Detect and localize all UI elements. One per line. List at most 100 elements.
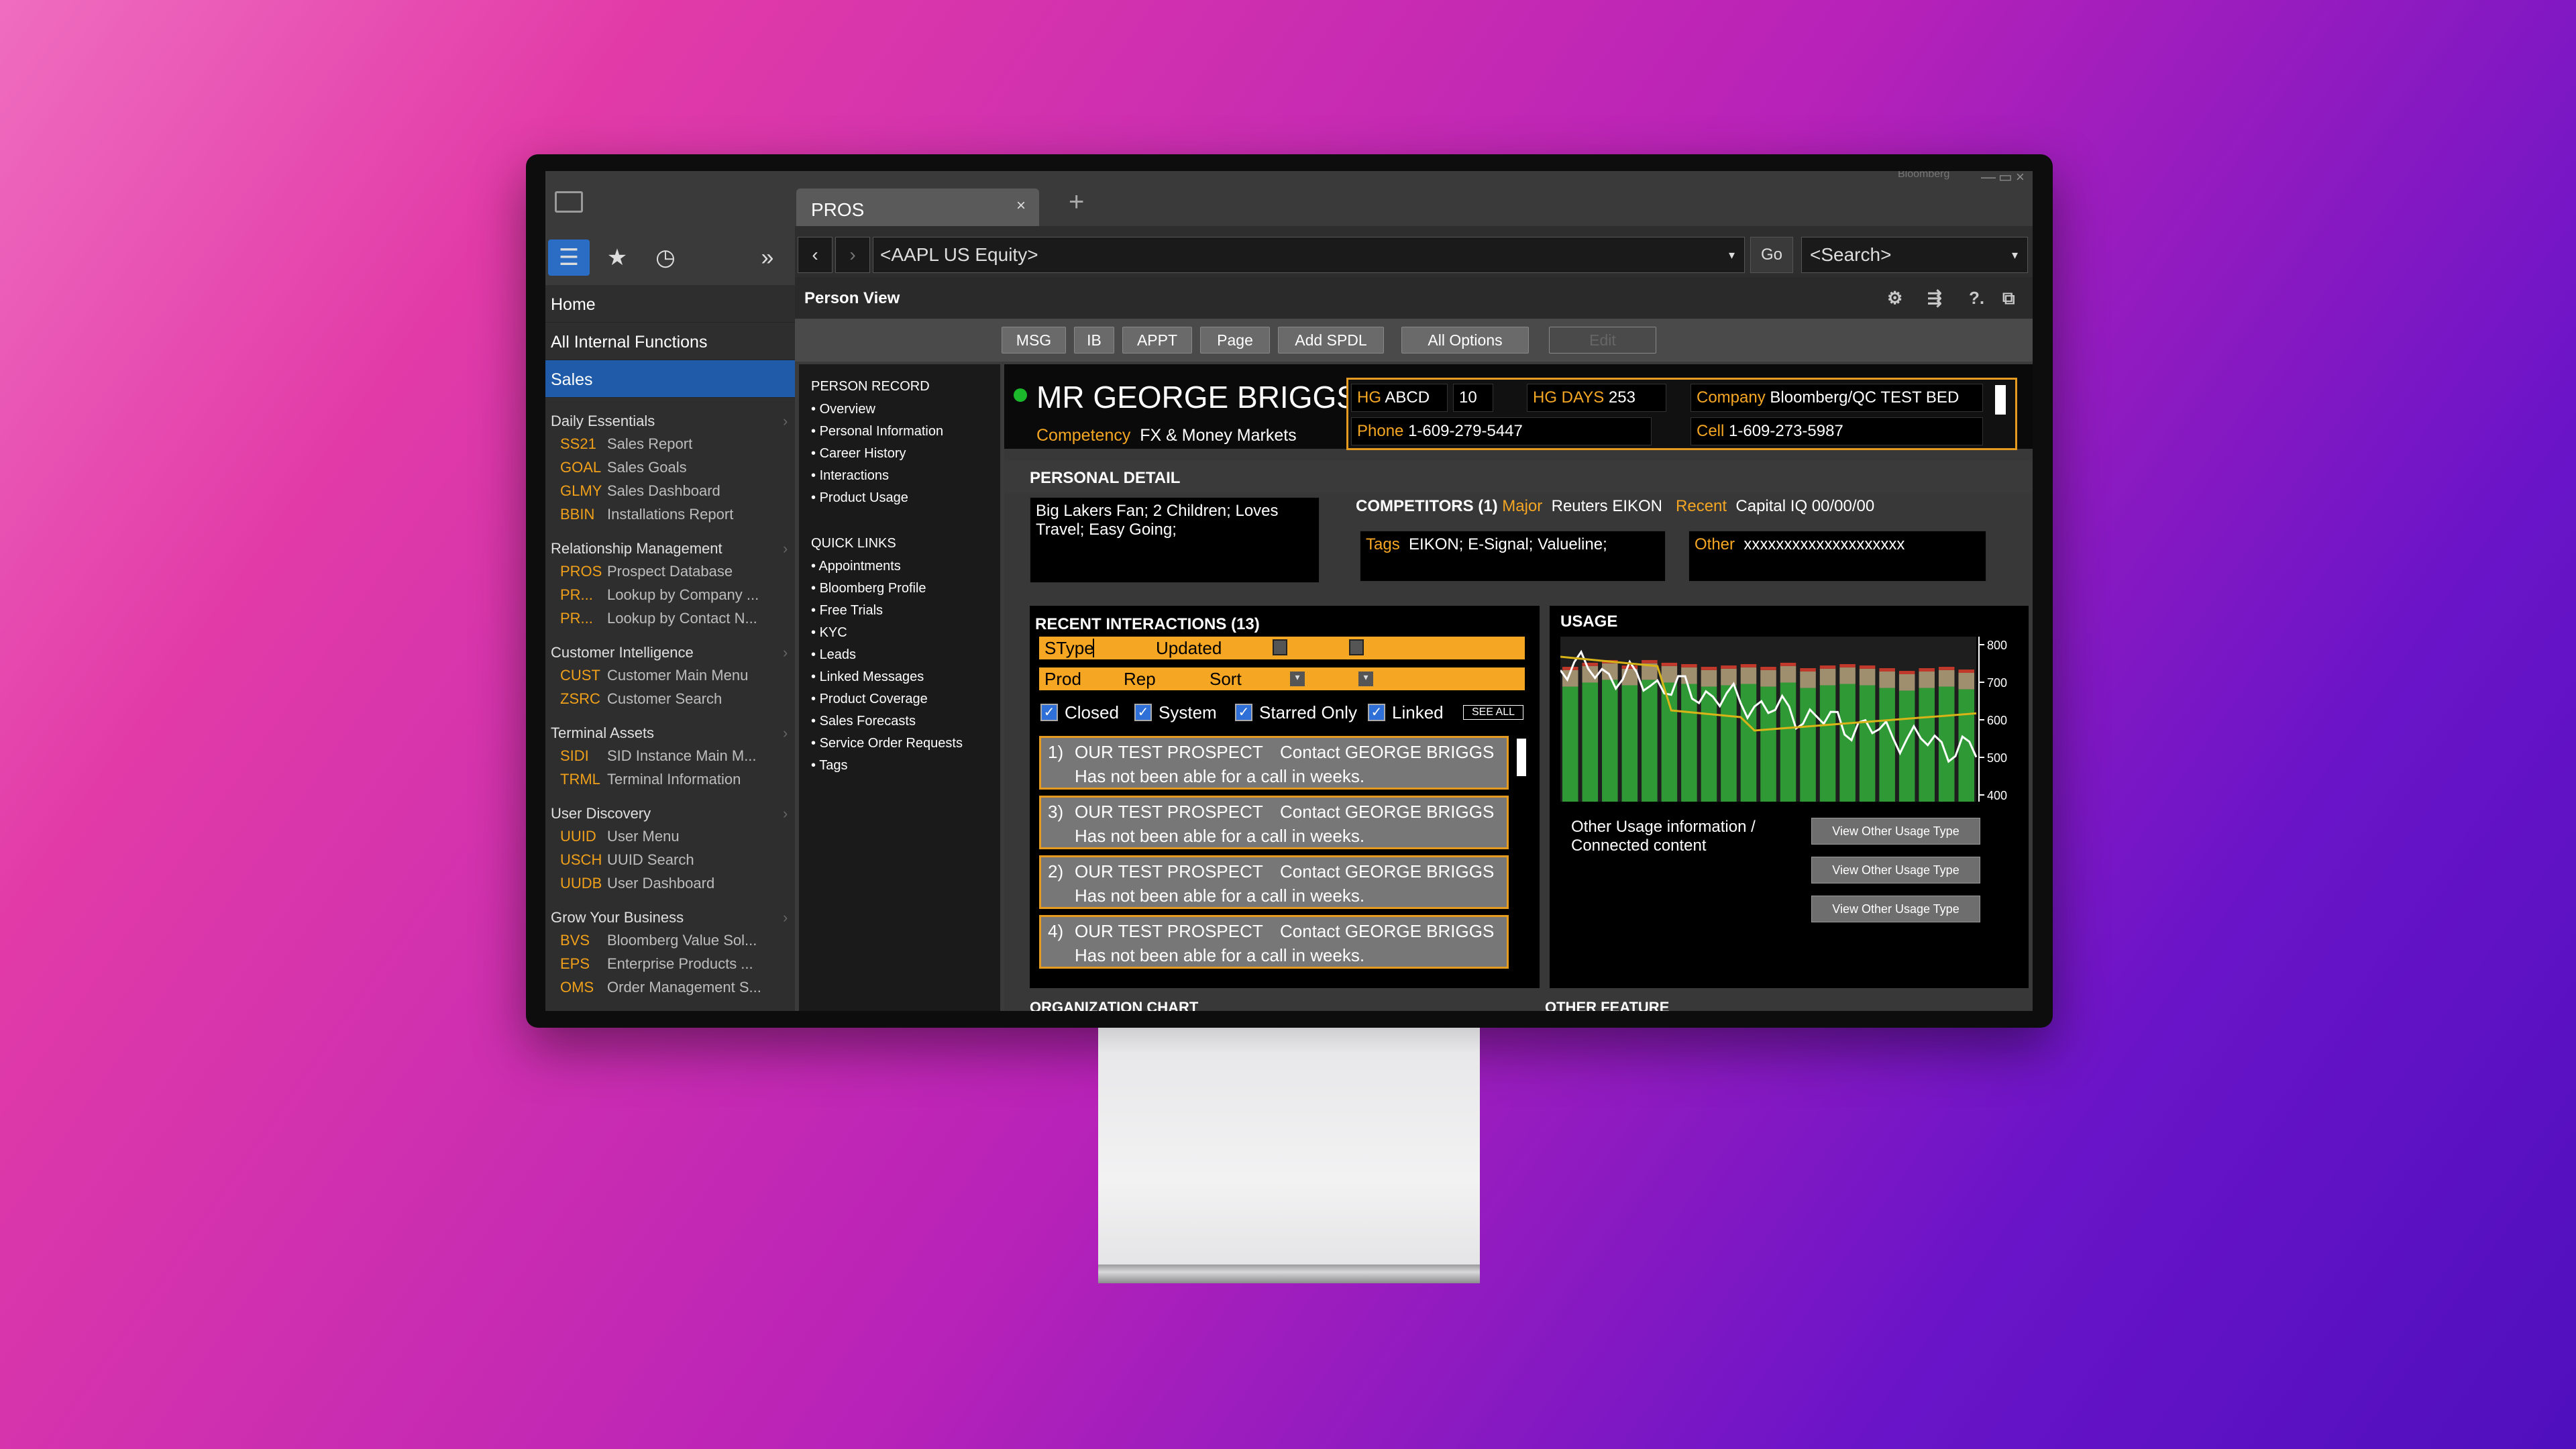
tab-close-icon[interactable]: × xyxy=(1016,197,1026,215)
gear-icon[interactable]: ⚙ xyxy=(1887,288,1902,309)
chevron-down-icon[interactable]: ▾ xyxy=(1729,237,1735,272)
sidebar-function-item[interactable]: SS21 Sales Report xyxy=(545,435,795,460)
sidebar-item-sales[interactable]: Sales xyxy=(545,360,795,398)
maximize-icon[interactable]: ▭ xyxy=(1998,171,2012,186)
quick-link[interactable]: • Sales Forecasts xyxy=(811,714,916,729)
tab-pros[interactable]: PROS × xyxy=(796,189,1039,226)
quick-link[interactable]: • Product Coverage xyxy=(811,692,928,707)
bullet-icon: • xyxy=(811,424,820,439)
interaction-card[interactable]: 3) OUR TEST PROSPECT Contact GEORGE BRIGGS… xyxy=(1039,796,1509,849)
sidebar-section-0[interactable]: Daily Essentials › xyxy=(551,413,788,430)
sidebar-function-item[interactable]: USCH UUID Search xyxy=(545,851,795,875)
view-usage-type-button[interactable]: View Other Usage Type xyxy=(1811,857,1980,883)
linked-checkbox[interactable]: ✓ xyxy=(1368,704,1385,721)
interaction-card[interactable]: 1) OUR TEST PROSPECT Contact GEORGE BRIGGS… xyxy=(1039,736,1509,790)
closed-checkbox[interactable]: ✓ xyxy=(1040,704,1058,721)
phone-value[interactable]: 1-609-279-5447 xyxy=(1408,422,1523,440)
all-options-button[interactable]: All Options xyxy=(1401,327,1529,354)
quick-link[interactable]: • Linked Messages xyxy=(811,669,924,685)
sidebar-section-3[interactable]: Terminal Assets › xyxy=(551,724,788,742)
function-code: USCH xyxy=(560,851,602,868)
sidebar-item-all-functions[interactable]: All Internal Functions xyxy=(545,323,795,360)
quick-link[interactable]: • Leads xyxy=(811,647,856,663)
person-record-link[interactable]: • Career History xyxy=(811,446,906,462)
person-record-link[interactable]: • Overview xyxy=(811,402,875,417)
sidebar-function-item[interactable]: TRML Terminal Information xyxy=(545,771,795,795)
brand-label: Bloomberg xyxy=(1898,171,1950,180)
sidebar-item-home[interactable]: Home xyxy=(545,285,795,323)
person-record-link[interactable]: • Personal Information xyxy=(811,424,943,439)
favorites-star-icon[interactable]: ★ xyxy=(596,239,638,276)
edit-button[interactable]: Edit xyxy=(1549,327,1656,354)
quick-link[interactable]: • Service Order Requests xyxy=(811,736,963,751)
scroll-indicator[interactable] xyxy=(1995,385,2006,415)
sidebar-function-item[interactable]: PR... Lookup by Company ... xyxy=(545,586,795,610)
go-button[interactable]: Go xyxy=(1750,237,1793,273)
interaction-card[interactable]: 4) OUR TEST PROSPECT Contact GEORGE BRIGGS… xyxy=(1039,915,1509,969)
security-input[interactable]: <AAPL US Equity> ▾ xyxy=(873,237,1745,273)
hg-days-label: HG DAYS xyxy=(1533,388,1605,407)
sidebar-function-item[interactable]: EPS Enterprise Products ... xyxy=(545,955,795,979)
interaction-contact: Contact GEORGE BRIGGS xyxy=(1280,802,1495,822)
sidebar-function-item[interactable]: BBIN Installations Report xyxy=(545,506,795,530)
interactions-scrollbar[interactable] xyxy=(1517,739,1526,776)
see-all-button[interactable]: SEE ALL xyxy=(1463,705,1523,720)
appt-button[interactable]: APPT xyxy=(1122,327,1192,354)
sidebar-section-5[interactable]: Grow Your Business › xyxy=(551,909,788,926)
interaction-card[interactable]: 2) OUR TEST PROSPECT Contact GEORGE BRIGGS… xyxy=(1039,855,1509,909)
sidebar-function-item[interactable]: CUST Customer Main Menu xyxy=(545,667,795,691)
quick-link[interactable]: • Bloomberg Profile xyxy=(811,581,926,596)
sidebar-function-item[interactable]: ZSRC Customer Search xyxy=(545,690,795,714)
sidebar-function-item[interactable]: PR... Lookup by Contact N... xyxy=(545,610,795,634)
page-button[interactable]: Page xyxy=(1200,327,1270,354)
system-checkbox[interactable]: ✓ xyxy=(1134,704,1152,721)
view-usage-type-button[interactable]: View Other Usage Type xyxy=(1811,896,1980,922)
cell-value[interactable]: 1-609-273-5987 xyxy=(1729,422,1843,440)
minimize-icon[interactable]: — xyxy=(1981,171,1996,186)
sidebar-section-4[interactable]: User Discovery › xyxy=(551,805,788,822)
view-usage-type-button[interactable]: View Other Usage Type xyxy=(1811,818,1980,845)
help-icon[interactable]: ?. xyxy=(1969,288,1984,309)
person-record-link[interactable]: • Product Usage xyxy=(811,490,908,506)
function-label: Order Management S... xyxy=(607,979,761,996)
sidebar-function-item[interactable]: SIDI SID Instance Main M... xyxy=(545,747,795,771)
sidebar-function-item[interactable]: OMS Order Management S... xyxy=(545,979,795,1003)
filter-row-2: Prod Rep Sort ▾ ▾ xyxy=(1039,667,1525,690)
sort-dropdown-icon[interactable]: ▾ xyxy=(1290,672,1305,686)
sidebar-function-item[interactable]: PROS Prospect Database xyxy=(545,563,795,587)
calendar-icon[interactable] xyxy=(1349,639,1364,655)
history-clock-icon[interactable]: ◷ xyxy=(645,239,686,276)
sort-order-dropdown-icon[interactable]: ▾ xyxy=(1358,672,1373,686)
quick-link[interactable]: • Free Trials xyxy=(811,603,883,619)
sidebar-function-item[interactable]: GOAL Sales Goals xyxy=(545,459,795,483)
calendar-icon[interactable] xyxy=(1273,639,1287,655)
forward-arrow-icon[interactable]: › xyxy=(835,237,870,273)
quick-link[interactable]: • Appointments xyxy=(811,559,901,574)
collapse-sidebar-icon[interactable]: » xyxy=(747,239,788,276)
add-spdl-button[interactable]: Add SPDL xyxy=(1278,327,1384,354)
sidebar-section-2[interactable]: Customer Intelligence › xyxy=(551,644,788,661)
export-icon[interactable]: ⇶ xyxy=(1927,288,1942,309)
back-arrow-icon[interactable]: ‹ xyxy=(798,237,833,273)
quick-link[interactable]: • KYC xyxy=(811,625,847,641)
close-window-icon[interactable]: × xyxy=(2016,171,2025,186)
msg-button[interactable]: MSG xyxy=(1002,327,1066,354)
list-view-icon[interactable]: ☰ xyxy=(548,239,590,276)
sidebar-function-item[interactable]: GLMY Sales Dashboard xyxy=(545,482,795,506)
quick-link[interactable]: • Tags xyxy=(811,758,847,773)
search-input[interactable]: <Search> ▾ xyxy=(1801,237,2028,273)
sidebar-function-item[interactable]: BVS Bloomberg Value Sol... xyxy=(545,932,795,956)
search-dropdown-icon[interactable]: ▾ xyxy=(2012,237,2018,272)
sidebar-function-item[interactable]: UUDB User Dashboard xyxy=(545,875,795,899)
ib-button[interactable]: IB xyxy=(1074,327,1114,354)
person-record-link[interactable]: • Interactions xyxy=(811,468,889,484)
starred-only-checkbox[interactable]: ✓ xyxy=(1235,704,1252,721)
new-tab-icon[interactable]: + xyxy=(1069,187,1084,217)
sidebar-function-item[interactable]: UUID User Menu xyxy=(545,828,795,852)
popout-icon[interactable]: ⧉ xyxy=(2002,288,2015,309)
sidebar-section-1[interactable]: Relationship Management › xyxy=(551,540,788,557)
chevron-right-icon: › xyxy=(783,644,788,661)
sidebar-section-title: Grow Your Business xyxy=(551,909,684,926)
window-menu-icon[interactable] xyxy=(555,191,583,213)
function-code: ZSRC xyxy=(560,690,600,707)
